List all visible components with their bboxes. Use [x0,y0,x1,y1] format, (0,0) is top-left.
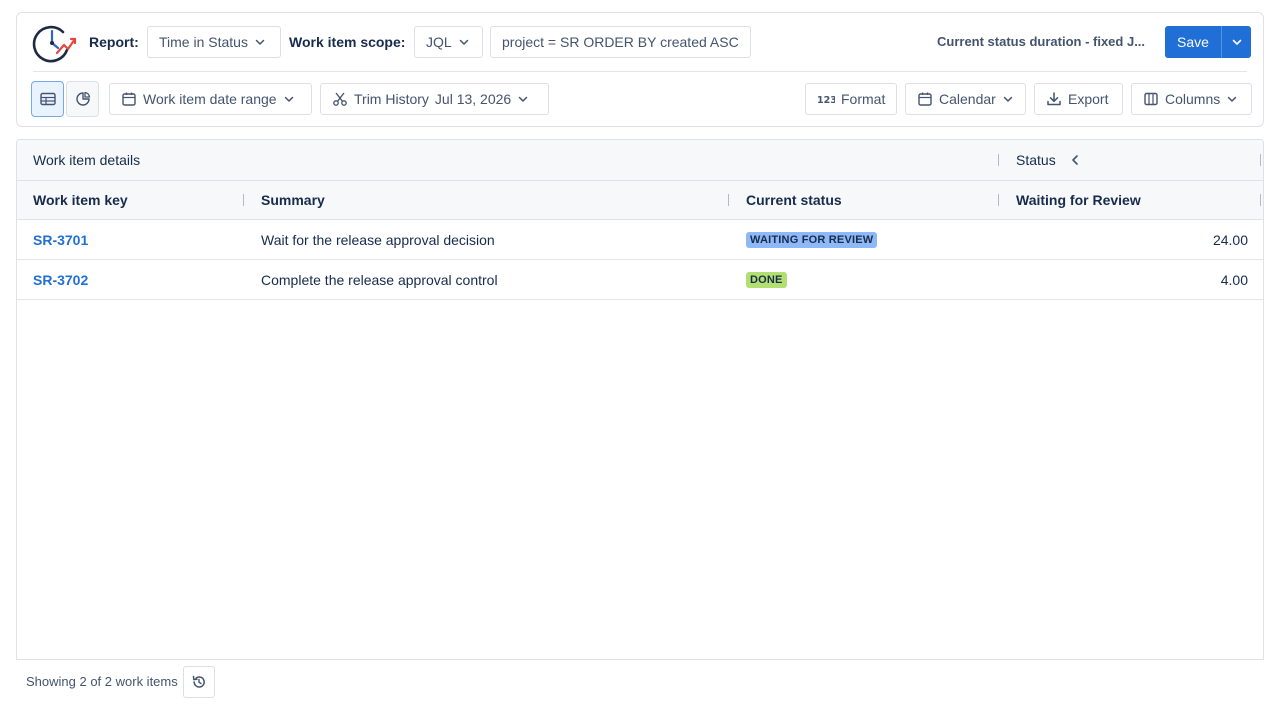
column-resize-handle[interactable] [998,194,999,206]
waiting-for-review-cell: 24.00 [1212,232,1248,248]
chevron-left-icon[interactable] [1070,154,1080,166]
date-range-dropdown[interactable]: Work item date range [109,83,312,115]
column-resize-handle[interactable] [1260,194,1261,206]
report-type-dropdown[interactable]: Time in Status [147,26,281,58]
report-type-value: Time in Status [159,34,248,50]
column-header-row: Work item key Summary Current status Wai… [17,181,1263,220]
format-label: Format [841,91,886,107]
group-header-status-label: Status [1016,152,1056,168]
chart-view-button[interactable] [66,81,99,117]
table-view-button[interactable] [31,81,64,117]
calendar-icon [122,92,136,106]
status-badge: DONE [746,272,787,288]
date-range-label: Work item date range [143,91,277,107]
table-row: SR-3701 Wait for the release approval de… [17,220,1263,260]
app-logo-icon [31,23,77,63]
toolbar-divider [33,71,1247,72]
footer-divider [16,659,1264,660]
column-resize-handle[interactable] [728,194,729,206]
scissors-icon [333,92,347,106]
work-item-key-link[interactable]: SR-3701 [33,232,88,248]
table-icon [39,92,56,106]
column-header-summary[interactable]: Summary [261,181,325,219]
work-item-key-cell: SR-3701 [33,220,88,260]
group-header-status[interactable]: Status [1016,140,1080,180]
pie-chart-icon [75,91,90,106]
summary-cell: Complete the release approval control [261,272,498,288]
export-label: Export [1068,91,1109,107]
svg-text:123: 123 [817,95,835,105]
scope-type-value: JQL [426,34,452,50]
refresh-button[interactable] [183,666,215,698]
jql-query-input[interactable]: project = SR ORDER BY created ASC [490,26,751,58]
column-header-current-status[interactable]: Current status [746,181,842,219]
jql-query-text: project = SR ORDER BY created ASC [502,34,739,50]
scope-label: Work item scope: [289,34,406,50]
trim-history-label: Trim History [354,91,429,107]
refresh-icon [192,675,205,688]
columns-icon [1144,92,1158,106]
saved-report-name[interactable]: Current status duration - fixed J... [937,33,1153,51]
format-button[interactable]: 123 Format [805,83,897,115]
calendar-label: Calendar [939,91,996,107]
chevron-down-icon [459,39,468,45]
save-button[interactable]: Save [1165,26,1251,58]
trim-history-date: Jul 13, 2026 [434,91,512,107]
column-resize-handle[interactable] [1260,154,1261,166]
current-status-cell: DONE [746,260,787,300]
column-header-waiting-for-review[interactable]: Waiting for Review [1016,181,1141,219]
report-label: Report: [89,34,139,50]
group-header-row: Work item details Status [17,140,1263,181]
scope-type-dropdown[interactable]: JQL [414,26,483,58]
save-button-label: Save [1177,34,1209,50]
work-item-key-link[interactable]: SR-3702 [33,272,88,288]
work-item-key-cell: SR-3702 [33,260,88,300]
chevron-down-icon [1232,39,1241,45]
showing-count-text: Showing 2 of 2 work items [26,674,178,689]
chevron-down-icon [255,39,265,45]
column-resize-handle[interactable] [243,194,244,206]
summary-cell: Wait for the release approval decision [261,232,495,248]
view-toggle [31,81,99,117]
column-resize-handle[interactable] [998,154,999,166]
columns-label: Columns [1165,91,1221,107]
number-format-icon: 123 [817,95,835,105]
calendar-icon [918,92,932,106]
export-button[interactable]: Export [1034,83,1123,115]
group-header-details: Work item details [33,152,141,168]
download-icon [1047,92,1061,106]
current-status-cell: WAITING FOR REVIEW [746,220,878,260]
report-table: Work item details Status Work item key S… [16,139,1264,660]
chevron-down-icon [518,96,528,102]
status-badge: WAITING FOR REVIEW [746,232,878,248]
chevron-down-icon [1228,96,1237,102]
columns-dropdown[interactable]: Columns [1131,83,1252,115]
waiting-for-review-cell: 4.00 [1220,272,1248,288]
chevron-down-icon [1003,96,1013,102]
report-toolbar: Report: Time in Status Work item scope: … [16,12,1264,127]
calendar-dropdown[interactable]: Calendar [905,83,1026,115]
column-header-key[interactable]: Work item key [33,181,128,219]
save-options-button[interactable] [1221,26,1251,58]
trim-history-dropdown[interactable]: Trim History Jul 13, 2026 [320,83,549,115]
table-row: SR-3702 Complete the release approval co… [17,260,1263,300]
chevron-down-icon [284,96,293,102]
